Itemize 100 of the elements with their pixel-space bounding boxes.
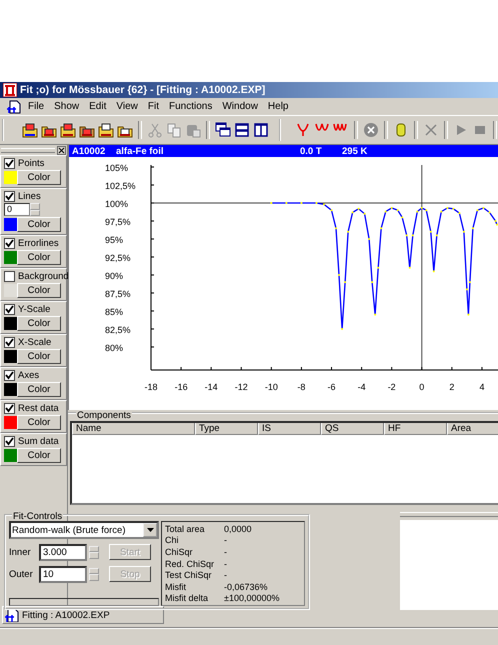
method-dropdown[interactable]: Random-walk (Brute force)	[9, 521, 159, 539]
menu-item[interactable]: Window	[218, 101, 262, 112]
stat-value: 0,0000	[224, 524, 252, 534]
folder-icon[interactable]	[22, 122, 38, 138]
color-button[interactable]: Color	[17, 170, 61, 185]
tile-vertical-icon[interactable]	[253, 122, 269, 138]
sample-id: A10002	[72, 146, 106, 156]
color-button[interactable]: Color	[17, 349, 61, 364]
stat-value: -	[224, 535, 227, 546]
x-tick-label: -6	[328, 382, 336, 392]
option-label: Rest data	[18, 402, 59, 414]
column-header[interactable]: IS	[258, 423, 321, 435]
option-label: Errorlines	[18, 238, 59, 248]
stat-value: -0,06736%	[224, 582, 268, 592]
checkbox[interactable]	[4, 270, 15, 282]
x-tick-label: -4	[358, 382, 366, 392]
menu-item[interactable]: File	[24, 101, 48, 112]
x-tick-label: 0	[419, 382, 424, 392]
number-field[interactable]: 10	[39, 566, 87, 582]
checkbox[interactable]	[4, 402, 15, 414]
stat-label: ChiSqr	[165, 546, 194, 557]
y-tick-label: 85%	[105, 306, 124, 317]
option-label: Background	[18, 270, 69, 282]
cascade-windows-icon[interactable]	[215, 122, 231, 138]
y-tick-label: 87,5%	[105, 288, 131, 299]
checkbox[interactable]	[4, 370, 15, 380]
x-tick-label: -18	[144, 382, 158, 392]
field-label: Outer	[9, 568, 34, 580]
number-field[interactable]: 3.000	[39, 544, 87, 560]
stat-label: Total area	[165, 524, 206, 534]
color-button[interactable]: Color	[17, 382, 61, 397]
color-button[interactable]: Color	[17, 415, 61, 430]
stat-label: Test ChiSqr	[165, 570, 213, 580]
color-button[interactable]: Color	[17, 316, 61, 331]
document-icon[interactable]	[6, 100, 22, 114]
checkbox[interactable]	[4, 436, 15, 446]
x-tick-label: 2	[449, 382, 454, 392]
y-tick-label: 102,5%	[105, 181, 136, 191]
menu-item[interactable]: Help	[264, 101, 292, 112]
y-tick-label: 95%	[105, 234, 124, 245]
option-label: X-Scale	[18, 336, 52, 348]
y-tick-label: 82,5%	[105, 324, 131, 335]
caret-icon	[146, 528, 154, 532]
checkbox[interactable]	[4, 304, 15, 314]
column-header[interactable]: Area	[447, 423, 498, 435]
x-tick-label: -10	[264, 382, 278, 392]
x-tick-label: -2	[388, 382, 396, 392]
fit-curve-icon[interactable]	[295, 122, 311, 138]
column-header[interactable]: QS	[321, 423, 384, 435]
color-button[interactable]: Color	[17, 250, 61, 265]
option-label: Lines	[18, 190, 41, 202]
y-tick-label: 97,5%	[105, 217, 131, 227]
close-icon[interactable]	[57, 146, 66, 154]
cancel-icon[interactable]	[363, 122, 379, 138]
color-button[interactable]: Color	[17, 283, 61, 298]
window-title: Fit ;o) for Mössbauer {62} - [Fitting : A10002.EXP]	[20, 84, 266, 96]
group-title: Components	[76, 410, 132, 421]
y-tick-label: 105%	[105, 163, 128, 173]
checkbox[interactable]	[4, 238, 15, 248]
minimized-window[interactable]: Fitting : A10002.EXP	[2, 606, 164, 624]
field-value: 0.0 T	[300, 146, 323, 156]
checkbox[interactable]	[4, 158, 15, 168]
x-tick-label: 4	[479, 382, 484, 392]
y-tick-label: 92,5%	[105, 252, 131, 263]
column-header[interactable]: HF	[384, 423, 447, 435]
stat-label: Misfit	[165, 582, 187, 592]
menu-item[interactable]: Show	[50, 101, 84, 112]
folder-icon[interactable]	[98, 122, 114, 138]
app-icon	[3, 83, 17, 97]
menu-item[interactable]: Functions	[164, 101, 216, 112]
x-tick-label: -8	[297, 382, 306, 392]
color-button[interactable]: Color	[17, 217, 61, 232]
stat-label: Chi	[165, 535, 180, 546]
x-tick-label: -16	[174, 382, 188, 392]
stat-label: Red. ChiSqr	[165, 558, 216, 569]
stat-label: Misfit delta	[165, 593, 210, 604]
y-tick-label: 100%	[105, 199, 128, 209]
stat-value: -	[224, 558, 227, 569]
color-button[interactable]: Color	[17, 448, 61, 463]
option-label: Points	[18, 158, 44, 168]
column-header[interactable]: Type	[195, 423, 258, 435]
folder-icon[interactable]	[60, 122, 76, 138]
option-label: Sum data	[18, 436, 59, 446]
x-tick-label: -12	[234, 382, 248, 392]
x-tick-label: -14	[204, 382, 218, 392]
sample-name: alfa-Fe foil	[116, 146, 165, 156]
checkbox[interactable]	[4, 190, 15, 202]
column-header[interactable]: Name	[72, 423, 195, 435]
group-title: Fit-Controls	[12, 511, 64, 522]
tile-horizontal-icon[interactable]	[234, 122, 250, 138]
stat-value: -	[224, 546, 227, 557]
number-field[interactable]: 0	[4, 203, 30, 216]
menu-item[interactable]: Edit	[85, 101, 110, 112]
checkbox[interactable]	[4, 336, 15, 348]
menu-item[interactable]: View	[112, 101, 142, 112]
option-label: Y-Scale	[18, 304, 50, 314]
y-tick-label: 90%	[105, 270, 124, 281]
option-label: Axes	[18, 370, 40, 380]
menu-item[interactable]: Fit	[144, 101, 163, 112]
stat-value: ±100,00000%	[224, 593, 280, 604]
